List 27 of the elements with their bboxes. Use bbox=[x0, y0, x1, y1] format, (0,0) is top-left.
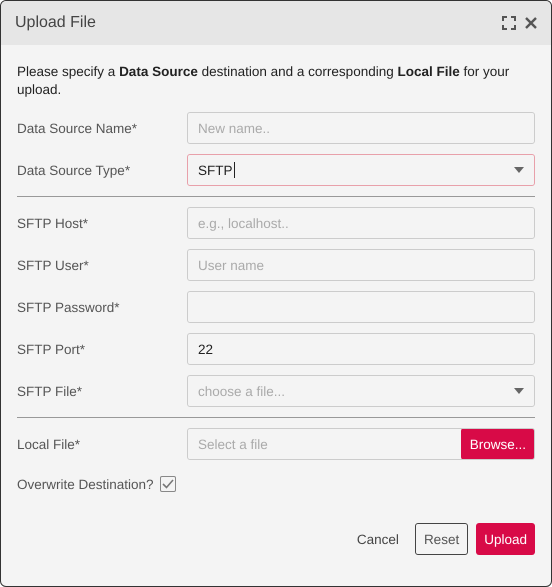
field-label: Local File* bbox=[17, 436, 82, 452]
field-label: SFTP Host* bbox=[17, 216, 90, 230]
input-field[interactable]: New name.. bbox=[187, 112, 535, 144]
field-label: SFTP Password* bbox=[17, 300, 121, 314]
input-field[interactable]: User name bbox=[187, 249, 535, 281]
caret-icon bbox=[514, 167, 524, 173]
intro-text: Please specify a Data Source destination and a corresponding Local File for your upload. bbox=[17, 63, 510, 99]
dropdown-field[interactable]: SFTP bbox=[187, 154, 535, 186]
close-icon[interactable] bbox=[525, 17, 537, 29]
input-field[interactable]: e.g., localhost.. bbox=[187, 207, 535, 239]
browse-button[interactable]: Browse... bbox=[460, 429, 534, 459]
file-field[interactable]: Select a file Browse... bbox=[187, 428, 535, 460]
checkbox-label: Overwrite Destination? bbox=[17, 476, 154, 492]
upload-button[interactable]: Upload bbox=[476, 523, 535, 555]
field-label: Data Source Type* bbox=[17, 162, 132, 178]
field-label: SFTP Port* bbox=[17, 342, 86, 356]
field-label: Data Source Name* bbox=[17, 120, 138, 136]
checkbox[interactable] bbox=[160, 476, 176, 492]
field-label: SFTP File* bbox=[17, 384, 84, 398]
reset-button[interactable]: Reset bbox=[414, 523, 468, 555]
field-label: SFTP User* bbox=[17, 258, 90, 272]
caret-icon bbox=[514, 388, 524, 394]
cancel-button[interactable]: Cancel bbox=[348, 523, 407, 555]
input-field[interactable]: 22 bbox=[187, 333, 535, 365]
window-title: Upload File bbox=[15, 14, 96, 32]
maximize-icon[interactable] bbox=[502, 16, 516, 30]
input-field[interactable] bbox=[187, 291, 535, 323]
